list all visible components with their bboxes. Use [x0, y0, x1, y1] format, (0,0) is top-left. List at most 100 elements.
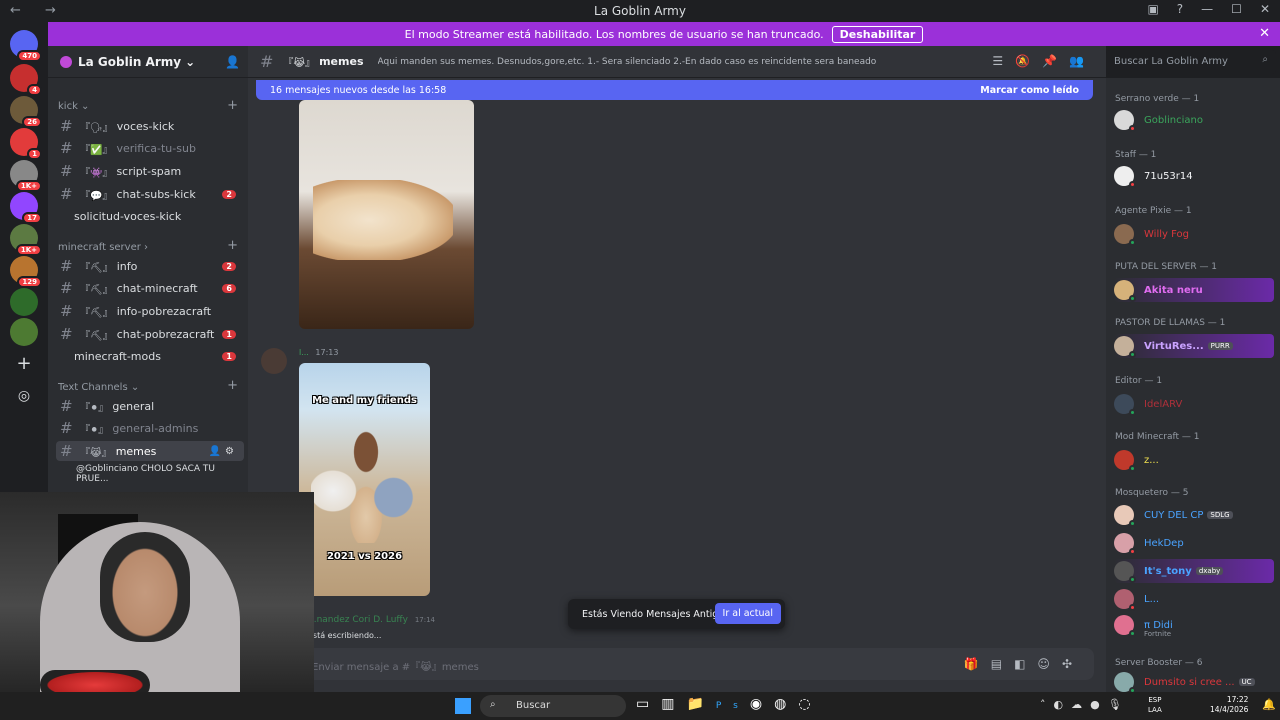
member-item[interactable]: Dumsito si cree ... UC [1114, 670, 1274, 692]
member-item[interactable]: It's_tony dxaby [1114, 559, 1274, 583]
meme-video[interactable]: Me and my friends 2021 vs 2026 [299, 363, 430, 596]
channel-chat-subs-kick[interactable]: # 『💬』 chat-subs-kick 2 [56, 184, 244, 204]
system-tray[interactable]: ˄◐☁●🎙 [1040, 698, 1130, 711]
server-icon[interactable] [10, 318, 38, 346]
category-kick[interactable]: kick ⌄ [58, 101, 89, 112]
close-window-icon[interactable]: ✕ [1260, 2, 1270, 16]
channel-settings-icons[interactable]: 👤⚙ [209, 446, 238, 457]
photoshop-icon[interactable]: Ps [716, 701, 750, 711]
composer-toolbar[interactable]: 🎁▤◧☺✣ [964, 657, 1084, 671]
member-item[interactable]: VirtuRes... PURR [1114, 334, 1274, 358]
member-item[interactable]: z... [1114, 448, 1274, 472]
twitch-server-icon[interactable]: 17 [10, 192, 42, 224]
search-input[interactable]: Buscar La Goblin Army ⌕ [1106, 50, 1276, 74]
close-banner-icon[interactable]: ✕ [1259, 26, 1270, 41]
member-item[interactable]: CUY DEL CP SDLG [1114, 503, 1274, 527]
mute-icon[interactable]: 🔕 [1015, 54, 1042, 68]
category-text-channels[interactable]: Text Channels ⌄ [58, 382, 139, 393]
chrome-icon[interactable]: ◍ [774, 696, 798, 712]
apps-icon[interactable]: ✣ [1062, 657, 1084, 671]
chevron-up-icon[interactable]: ˄ [1040, 698, 1054, 711]
server-icon[interactable]: 1 [10, 128, 42, 160]
thread-item[interactable]: @Goblinciano CHOLO SACA TU PRUE... [56, 464, 244, 484]
taskbar-search[interactable]: ⌕ Buscar [480, 695, 626, 717]
channel-verifica-tu-sub[interactable]: # 『✅』 verifica-tu-sub [56, 138, 244, 158]
avatar [1114, 672, 1136, 692]
member-item[interactable]: Willy Fog [1114, 222, 1274, 246]
window-controls[interactable]: ▣ ? — ☐ ✕ [1147, 2, 1270, 16]
windows-start-icon[interactable] [455, 698, 471, 714]
jump-to-present-button[interactable]: Ir al actual [714, 603, 781, 624]
channel-topic[interactable]: Aqui manden sus memes. Desnudos,gore,etc… [378, 57, 998, 67]
tray-icon[interactable]: ◐ [1054, 698, 1072, 711]
mic-icon[interactable]: 🎙 [1108, 698, 1130, 711]
cat-image[interactable] [299, 100, 474, 329]
member-item[interactable]: 71u53r14 [1114, 164, 1274, 188]
inbox-icon[interactable]: ▣ [1147, 2, 1158, 16]
member-item[interactable]: IdelARV [1114, 392, 1274, 416]
task-view-icon[interactable]: ▭ [636, 696, 661, 712]
tray-icon[interactable]: ☁ [1071, 698, 1090, 711]
add-server-icon[interactable]: + [10, 350, 38, 378]
channel-chat-minecraft[interactable]: # 『⛏』 chat-minecraft 6 [56, 278, 244, 298]
app-icon[interactable]: ◌ [798, 696, 822, 712]
member-item[interactable]: Goblinciano [1114, 108, 1274, 132]
channel-general-admins[interactable]: # 『⚫』 general-admins [56, 418, 244, 438]
message-author[interactable]: l... [299, 348, 309, 357]
header-toolbar[interactable]: ☰🔕📌👥 [992, 54, 1096, 68]
clock[interactable]: 17:22 14/4/2026 [1210, 695, 1248, 715]
pin-icon[interactable]: 📌 [1042, 54, 1069, 68]
message-input[interactable]: Enviar mensaje a #『😹』memes 🎁▤◧☺✣ [260, 648, 1094, 680]
emoji-icon[interactable]: ☺ [1037, 657, 1062, 671]
channel-solicitud-voces-kick[interactable]: solicitud-voces-kick [56, 206, 244, 226]
avatar [1114, 110, 1136, 132]
add-channel-icon[interactable]: + [227, 98, 238, 113]
channel-memes[interactable]: # 『😹』 memes 👤⚙ [56, 441, 244, 461]
gif-icon[interactable]: ▤ [991, 657, 1014, 671]
category-minecraft-server[interactable]: minecraft server › [58, 242, 148, 253]
channel-info[interactable]: # 『⛏』 info 2 [56, 256, 244, 276]
language-indicator[interactable]: ESP LAA [1148, 695, 1162, 715]
chevron-down-icon: ⌄ [185, 54, 196, 69]
help-icon[interactable]: ? [1177, 2, 1183, 16]
server-icon[interactable]: 1K+ [10, 224, 42, 256]
app-icon[interactable]: ▥ [661, 696, 686, 712]
mark-read-button[interactable]: Marcar como leído [980, 85, 1079, 96]
member-item[interactable]: Akita neru [1114, 278, 1274, 302]
gift-icon[interactable]: 🎁 [964, 657, 991, 671]
file-explorer-icon[interactable]: 📁 [686, 696, 715, 712]
sticker-icon[interactable]: ◧ [1014, 657, 1037, 671]
new-messages-bar[interactable]: 16 mensajes nuevos desde las 16:58 Marca… [256, 80, 1093, 100]
channel-minecraft-mods[interactable]: minecraft-mods 1 [56, 346, 244, 366]
member-item[interactable]: HekDep [1114, 531, 1274, 555]
taskbar-apps[interactable]: ▭▥📁Ps◉◍◌ [636, 696, 823, 712]
invite-icon[interactable]: 👤 [225, 55, 240, 69]
add-channel-icon[interactable]: + [227, 378, 238, 393]
minimize-icon[interactable]: — [1201, 2, 1213, 16]
home-server-icon[interactable]: 470 [10, 30, 42, 62]
server-icon[interactable]: 4 [10, 64, 42, 96]
threads-icon[interactable]: ☰ [992, 54, 1015, 68]
channel-chat-pobrezacraft[interactable]: # 『⛏』 chat-pobrezacraft 1 [56, 324, 244, 344]
discord-icon[interactable]: ◉ [750, 696, 774, 712]
channel-info-pobrezacraft[interactable]: # 『⛏』 info-pobrezacraft [56, 301, 244, 321]
explore-icon[interactable]: ◎ [10, 382, 38, 410]
member-item[interactable]: π Didi Fortnite [1114, 613, 1274, 638]
channel-general[interactable]: # 『⚫』 general [56, 396, 244, 416]
server-header[interactable]: La Goblin Army ⌄ 👤 [48, 46, 248, 78]
add-channel-icon[interactable]: + [227, 238, 238, 253]
disable-streamer-button[interactable]: Deshabilitar [831, 25, 924, 43]
server-icon[interactable] [10, 288, 38, 316]
channel-voces-kick[interactable]: # 『🗣』 voces-kick [56, 116, 244, 136]
old-messages-notice: Estás Viendo Mensajes Antiguos Ir al act… [568, 599, 785, 629]
members-icon[interactable]: 👥 [1069, 54, 1096, 68]
server-icon[interactable]: 129 [10, 256, 42, 288]
member-item[interactable]: L... [1114, 587, 1274, 611]
server-icon[interactable]: 26 [10, 96, 42, 128]
avatar[interactable] [261, 348, 287, 374]
maximize-icon[interactable]: ☐ [1231, 2, 1242, 16]
channel-script-spam[interactable]: # 『👾』 script-spam [56, 161, 244, 181]
notification-icon[interactable]: 🔔 [1262, 698, 1276, 711]
server-icon[interactable]: 1K+ [10, 160, 42, 192]
tray-icon[interactable]: ● [1090, 698, 1108, 711]
